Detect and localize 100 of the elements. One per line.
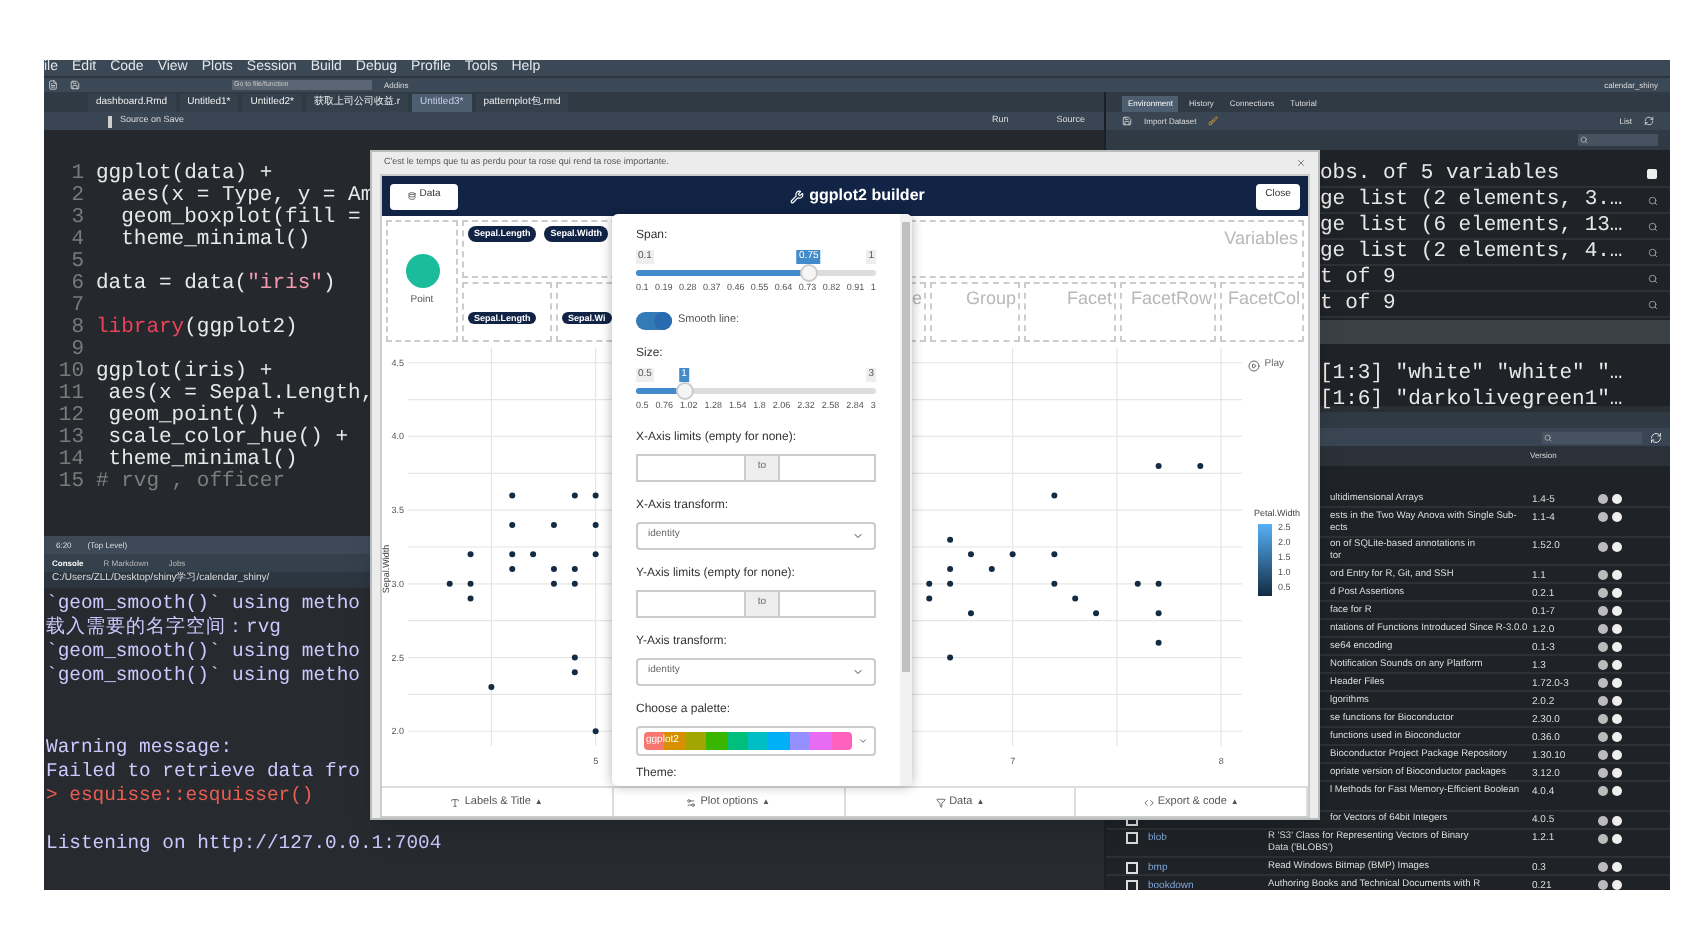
code-line: geom_boxplot(fill = xyxy=(119,208,363,230)
search-icon[interactable] xyxy=(1648,247,1658,257)
environment-value: ge list (2 elements, 4.… xyxy=(1320,239,1623,265)
scrollbar[interactable] xyxy=(900,214,912,786)
data-point xyxy=(592,492,599,499)
data-point xyxy=(1072,595,1079,602)
wrench-icon xyxy=(789,189,804,203)
package-checkbox[interactable] xyxy=(1126,832,1138,844)
data-point xyxy=(967,551,974,558)
data-point xyxy=(947,654,954,661)
help-icon[interactable] xyxy=(1598,541,1608,551)
broom-icon[interactable] xyxy=(1208,116,1219,126)
caret-icon xyxy=(858,735,868,745)
text-icon xyxy=(450,797,461,807)
line-number: 11 xyxy=(56,384,84,406)
data-point xyxy=(1155,639,1162,646)
console-line: `geom_smooth()` using metho xyxy=(44,592,360,616)
line-number: 14 xyxy=(56,450,84,472)
scatter-icon xyxy=(405,253,439,288)
line-number: 2 xyxy=(69,186,84,208)
search-icon[interactable] xyxy=(1648,273,1658,283)
data-point xyxy=(550,521,557,528)
input-field[interactable] xyxy=(636,453,746,481)
data-point xyxy=(1009,551,1016,558)
remove-icon[interactable] xyxy=(1612,541,1622,551)
data-point xyxy=(1197,462,1204,469)
data-point xyxy=(1155,462,1162,469)
line-number: 1 xyxy=(69,164,84,186)
slider-track[interactable] xyxy=(636,270,876,276)
data-point xyxy=(571,492,578,499)
grid-view-icon[interactable] xyxy=(1646,168,1658,180)
package-checkbox[interactable] xyxy=(1126,879,1138,890)
refresh-icon[interactable] xyxy=(1650,431,1662,443)
code-line: ggplot(data) + xyxy=(96,164,273,186)
data-point xyxy=(947,580,954,587)
data-point xyxy=(926,595,933,602)
data-point xyxy=(967,610,974,617)
data-point xyxy=(947,536,954,543)
data-point xyxy=(1155,580,1162,587)
line-number: 6 xyxy=(69,274,84,296)
play-icon xyxy=(1248,359,1261,372)
line-number: 3 xyxy=(69,208,84,230)
code-line: # rvg , officer xyxy=(96,472,286,494)
save-icon[interactable] xyxy=(70,80,80,90)
zone-label: Group xyxy=(965,286,1016,312)
search-icon xyxy=(1544,433,1552,441)
data-point xyxy=(571,580,578,587)
data-point xyxy=(467,580,474,587)
line-number: 4 xyxy=(69,230,84,252)
slider-track[interactable] xyxy=(636,387,876,394)
environment-value: obs. of 5 variables xyxy=(1320,161,1560,187)
zone-label: FacetCol xyxy=(1227,286,1300,312)
data-point xyxy=(509,521,516,528)
input-field[interactable] xyxy=(778,453,876,481)
line-number: 7 xyxy=(69,296,84,318)
data-point xyxy=(926,580,933,587)
data-point xyxy=(592,728,599,735)
toggle-switch[interactable] xyxy=(636,311,672,330)
code-line: library(ggplot2) xyxy=(96,318,298,340)
environment-value: t of 9 xyxy=(1320,291,1396,317)
environment-value: [1:3] "white" "white" "… xyxy=(1320,362,1623,386)
data-point xyxy=(988,566,995,573)
data-point xyxy=(467,595,474,602)
data-point xyxy=(467,551,474,558)
input-field[interactable] xyxy=(636,589,746,617)
caret-icon xyxy=(852,529,864,541)
package-checkbox[interactable] xyxy=(1126,861,1138,873)
data-point xyxy=(550,580,557,587)
search-icon[interactable] xyxy=(1648,195,1658,205)
console-line: Failed to retrieve data fro xyxy=(44,760,360,784)
environment-value: ge list (6 elements, 13… xyxy=(1320,213,1623,239)
refresh-icon[interactable] xyxy=(1644,116,1654,126)
input-field[interactable] xyxy=(778,589,876,617)
builder-title: ggplot2 builder xyxy=(809,184,925,208)
code-icon xyxy=(1143,797,1154,807)
console-line: > esquisse::esquisser() xyxy=(44,784,314,808)
code-line: geom_point() + xyxy=(106,406,286,428)
search-field[interactable] xyxy=(1542,431,1642,443)
search-field[interactable] xyxy=(1578,134,1658,146)
save-icon[interactable] xyxy=(1122,116,1132,126)
data-point xyxy=(571,654,578,661)
slider-thumb[interactable] xyxy=(799,264,818,282)
environment-value: [1:6] "darkolivegreen1"… xyxy=(1320,388,1623,412)
search-icon[interactable] xyxy=(1648,299,1658,309)
code-line: theme_minimal() xyxy=(119,230,311,252)
environment-value: ge list (2 elements, 3.… xyxy=(1320,187,1623,213)
search-icon[interactable] xyxy=(1648,221,1658,231)
variables-label: Variables xyxy=(1224,226,1298,252)
line-number: 10 xyxy=(56,362,84,384)
data-point xyxy=(592,551,599,558)
data-point xyxy=(1134,580,1141,587)
slider-thumb[interactable] xyxy=(675,381,693,400)
data-point xyxy=(1051,580,1058,587)
data-point xyxy=(571,669,578,676)
new-file-icon[interactable] xyxy=(48,80,58,90)
data-point xyxy=(592,521,599,528)
data-point xyxy=(947,566,954,573)
caret-icon xyxy=(852,665,864,677)
line-number: 9 xyxy=(69,340,84,362)
zone-label: Facet xyxy=(1066,286,1112,312)
